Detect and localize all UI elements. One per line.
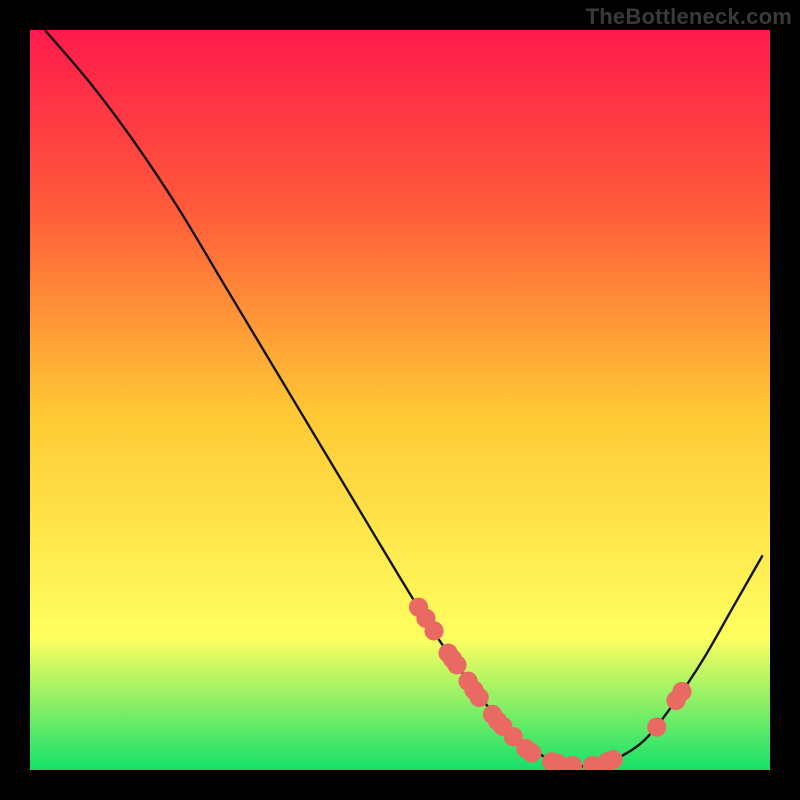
data-marker — [424, 621, 443, 640]
watermark-text: TheBottleneck.com — [586, 4, 792, 30]
data-marker — [604, 750, 623, 769]
data-marker — [447, 655, 466, 674]
data-marker — [672, 682, 691, 701]
data-marker — [647, 717, 666, 736]
data-marker — [522, 743, 541, 762]
plot-area-gradient — [30, 30, 770, 770]
data-marker — [470, 688, 489, 707]
chart-container: TheBottleneck.com — [0, 0, 800, 800]
chart-svg — [0, 0, 800, 800]
